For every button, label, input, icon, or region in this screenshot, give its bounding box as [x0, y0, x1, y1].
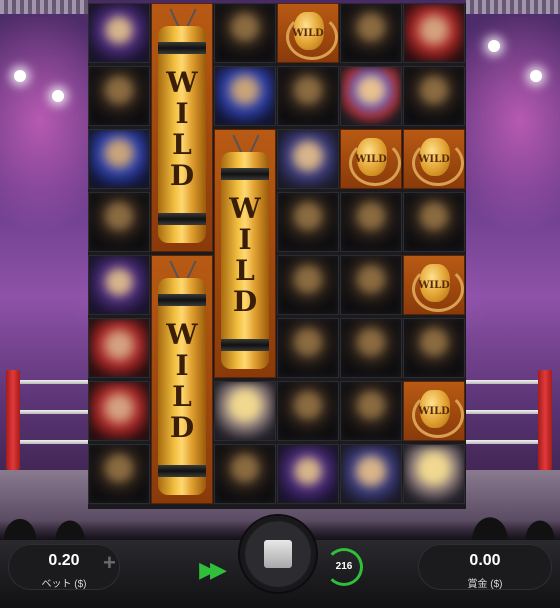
spotlight [14, 70, 26, 82]
boxer-symbol [403, 3, 465, 63]
ring-post-right [538, 370, 552, 470]
wild-symbol: WILD [403, 255, 465, 315]
tall-wild-text: WILD [229, 192, 261, 318]
boxer-symbol [403, 66, 465, 126]
boxer-symbol [88, 381, 150, 441]
boxer-symbol [340, 255, 402, 315]
wild-symbol-text: WILD [418, 154, 450, 165]
wild-symbol-text: WILD [292, 28, 324, 39]
boxer-symbol [277, 255, 339, 315]
win-label: 賞金 ($) [467, 579, 503, 590]
boxer-symbol [277, 318, 339, 378]
ring-rope [466, 410, 538, 414]
wild-symbol: WILD [403, 129, 465, 189]
boxer-symbol [88, 192, 150, 252]
boxer-symbol [88, 444, 150, 504]
boxer-symbol [277, 192, 339, 252]
ring-rope [20, 410, 88, 414]
stop-icon[interactable] [264, 540, 292, 568]
spotlight [488, 40, 500, 52]
bet-increase-button[interactable]: + [103, 550, 116, 576]
bet-label: ベット ($) [41, 579, 87, 590]
boxer-symbol [277, 129, 339, 189]
boxer-symbol [88, 255, 150, 315]
win-display: 0.00 賞金 ($) [418, 544, 552, 590]
wild-symbol: WILD [340, 129, 402, 189]
lighting-truss-left [0, 0, 88, 14]
boxer-symbol [88, 3, 150, 63]
boxer-symbol [340, 381, 402, 441]
win-value: 0.00 [469, 552, 501, 569]
boxer-symbol [403, 192, 465, 252]
boxer-symbol [340, 318, 402, 378]
wild-symbol-text: WILD [418, 280, 450, 291]
tall-wild-text: WILD [166, 318, 198, 444]
ring-rope [20, 380, 88, 384]
boxer-symbol [403, 318, 465, 378]
wild-symbol-text: WILD [418, 406, 450, 417]
boxer-symbol [277, 66, 339, 126]
tall-wild-punching-bag: WILD [151, 255, 213, 504]
lighting-truss-right [466, 0, 560, 14]
tall-wild-punching-bag: WILD [214, 129, 276, 378]
boxer-symbol [214, 66, 276, 126]
ring-post-left [6, 370, 20, 470]
reel-grid: W I L D W I L D W I L D WILD WILD WILD WILD WILD [88, 3, 466, 509]
boxer-symbol [340, 66, 402, 126]
spotlight [530, 70, 542, 82]
boxer-symbol [214, 381, 276, 441]
boxer-symbol [277, 444, 339, 504]
boxer-symbol [88, 129, 150, 189]
boxer-symbol [214, 3, 276, 63]
boxer-symbol [340, 192, 402, 252]
wild-symbol: WILD [277, 3, 339, 63]
tall-wild-punching-bag: WILD [151, 3, 213, 252]
ring-rope [466, 440, 538, 444]
ring-rope [20, 440, 88, 444]
boxer-symbol [340, 444, 402, 504]
boxer-symbol [88, 66, 150, 126]
fast-forward-icon[interactable]: ▶▶ [190, 555, 230, 585]
spotlight [52, 90, 64, 102]
wild-symbol-text: WILD [355, 154, 387, 165]
tall-wild-text: WILD [166, 66, 198, 192]
boxer-symbol [214, 444, 276, 504]
autoplay-count: 216 [335, 561, 353, 572]
boxer-symbol [403, 444, 465, 504]
wild-symbol: WILD [403, 381, 465, 441]
boxer-symbol [277, 381, 339, 441]
boxer-symbol [340, 3, 402, 63]
ring-rope [466, 380, 538, 384]
boxer-symbol [88, 318, 150, 378]
